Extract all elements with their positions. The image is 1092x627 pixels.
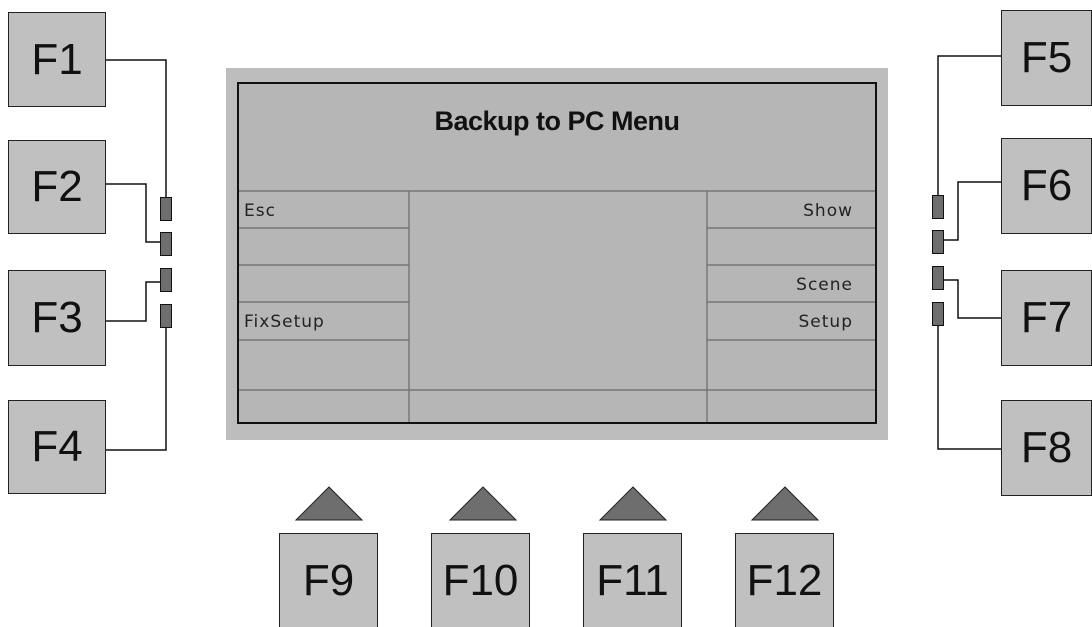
f11-key[interactable]: F11 (583, 533, 682, 627)
f10-key[interactable]: F10 (431, 533, 530, 627)
f9-up-arrow-icon (294, 486, 364, 521)
bottom-arrows (294, 486, 820, 521)
f12-up-arrow-icon (750, 486, 820, 521)
f12-key[interactable]: F12 (735, 533, 834, 627)
f11-up-arrow-icon (598, 486, 668, 521)
f10-up-arrow-icon (448, 486, 518, 521)
f9-key[interactable]: F9 (279, 533, 378, 627)
